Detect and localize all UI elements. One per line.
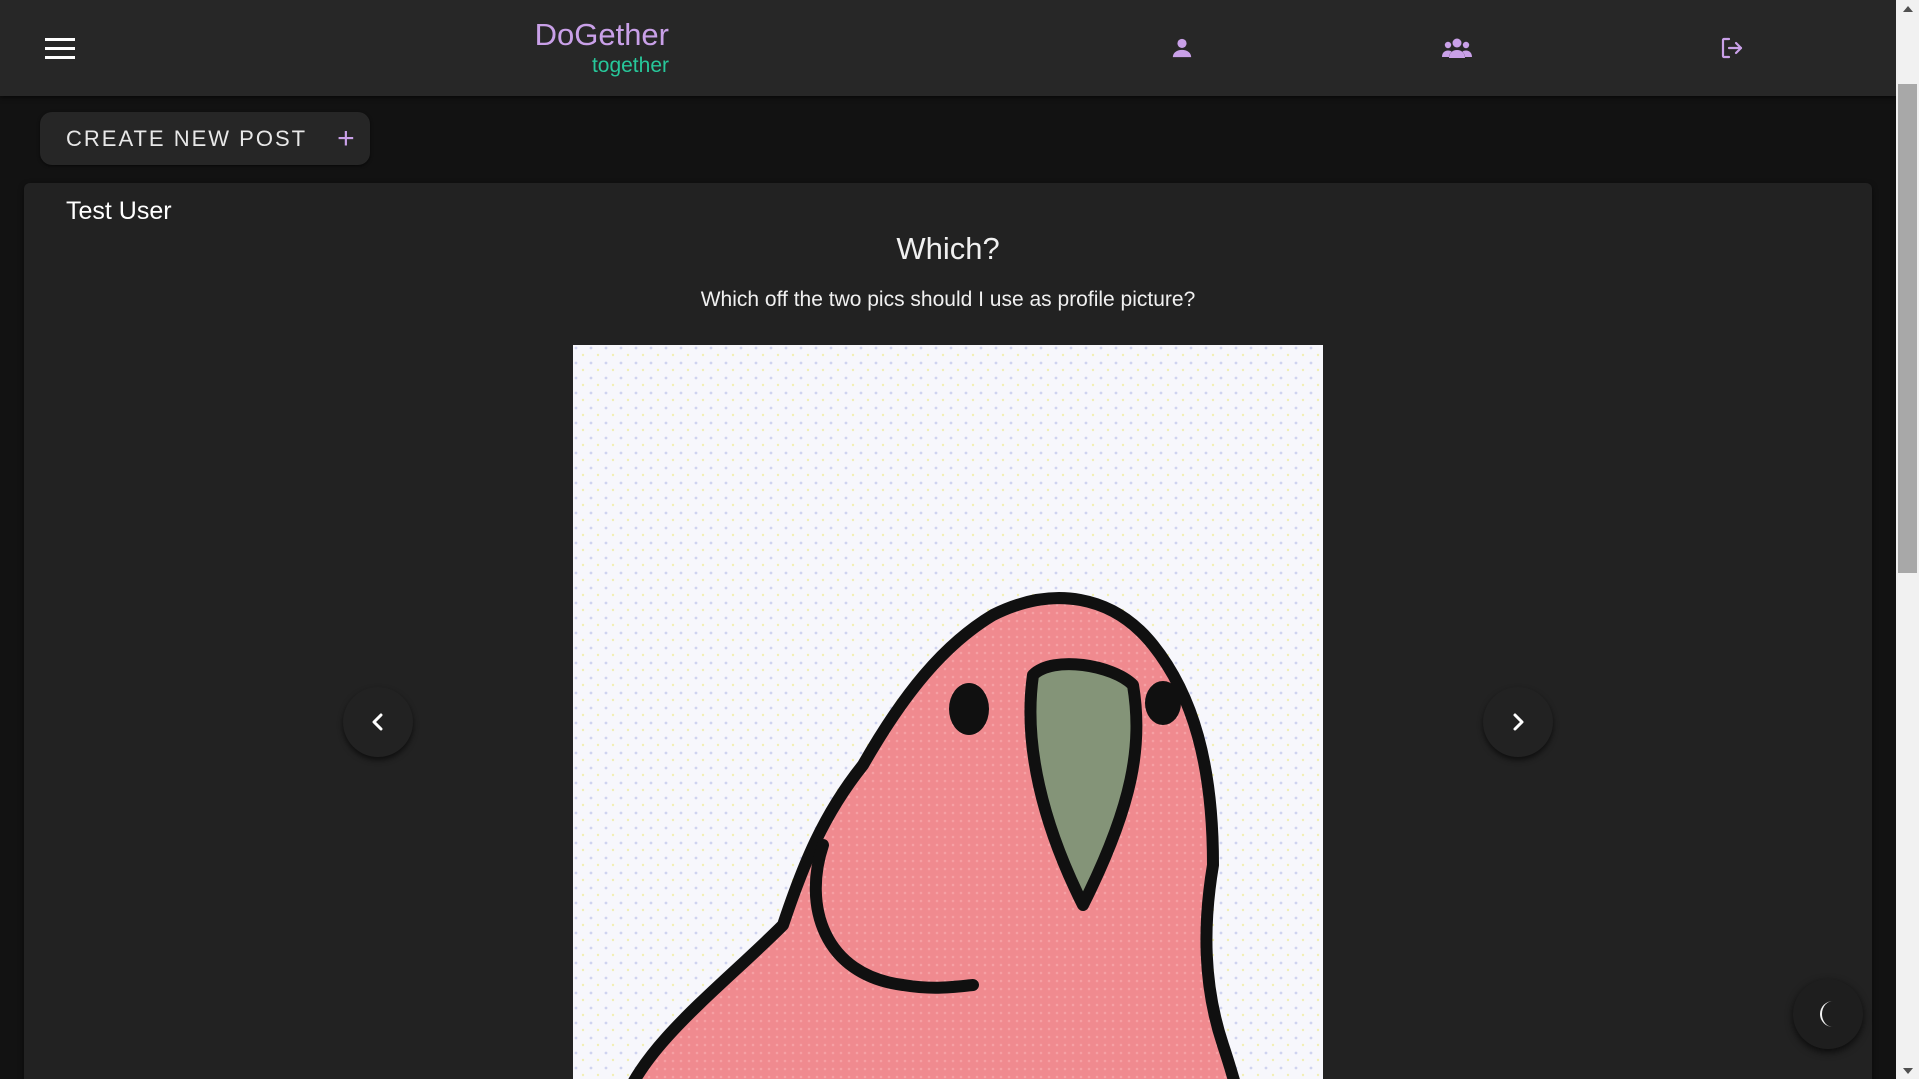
post-title: Which?	[896, 231, 1000, 266]
profile-icon[interactable]	[1164, 30, 1200, 66]
chevron-right-icon	[1513, 713, 1524, 731]
chevron-left-icon	[372, 713, 383, 731]
brand-title: DoGether	[534, 17, 669, 52]
post-author[interactable]: Test User	[66, 197, 172, 226]
carousel-prev-button[interactable]	[343, 687, 413, 757]
post-body: Which off the two pics should I use as p…	[700, 288, 1196, 311]
moon-icon	[1820, 1001, 1833, 1027]
groups-icon[interactable]	[1439, 30, 1475, 66]
logout-icon[interactable]	[1714, 30, 1750, 66]
create-post-label: CREATE NEW POST	[66, 125, 308, 151]
create-new-post-button[interactable]: CREATE NEW POST +	[40, 112, 370, 165]
carousel-next-button[interactable]	[1483, 687, 1553, 757]
scroll-thumb[interactable]	[1898, 84, 1917, 573]
theme-toggle-button[interactable]	[1793, 979, 1863, 1049]
brand-logo[interactable]: DoGether together	[529, 16, 669, 78]
app-bar: DoGether together	[0, 0, 1896, 96]
parrot-image	[573, 345, 1323, 1079]
app-page: DoGether together CREATE NEW POST + Test…	[0, 0, 1919, 1079]
scroll-down-icon[interactable]	[1896, 1062, 1919, 1079]
post-card: Test User Which? Which off the two pics …	[24, 183, 1872, 1079]
brand-subtitle: together	[591, 54, 669, 77]
post-image	[573, 345, 1323, 1079]
page-scrollbar[interactable]	[1896, 0, 1919, 1079]
scroll-up-icon[interactable]	[1896, 0, 1919, 17]
plus-icon: +	[337, 121, 355, 155]
menu-icon[interactable]	[36, 30, 84, 66]
